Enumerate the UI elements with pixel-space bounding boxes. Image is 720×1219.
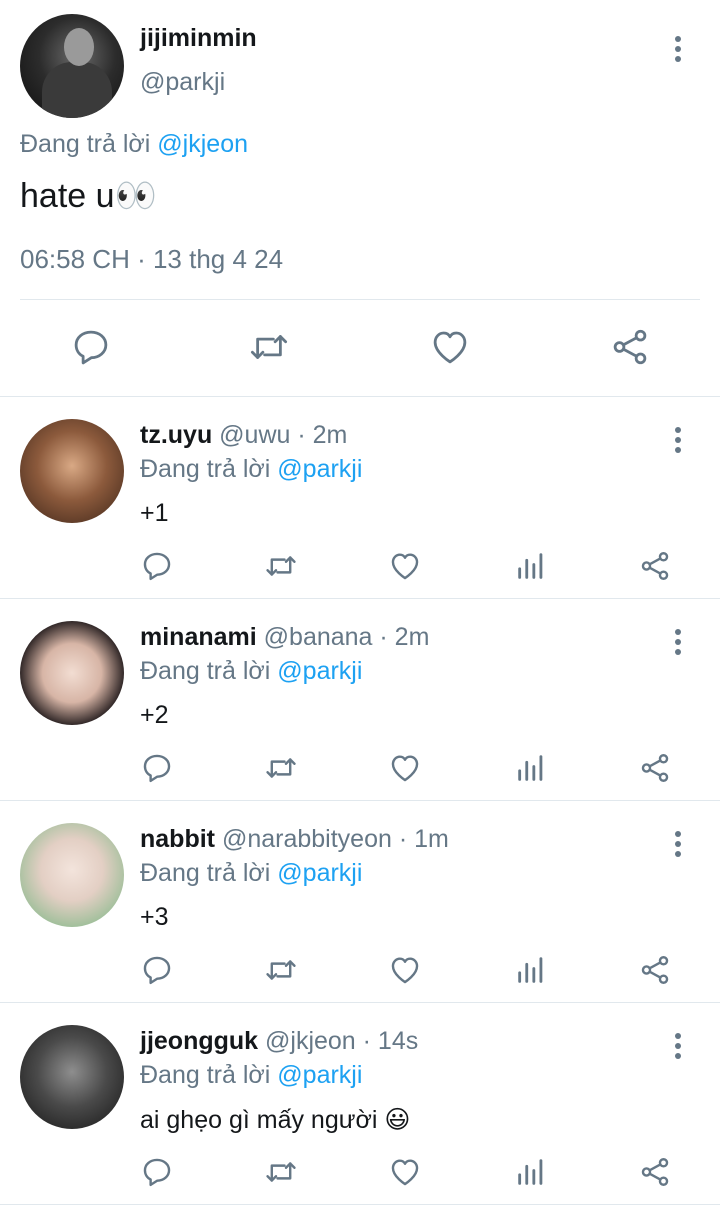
more-options-icon[interactable] (673, 831, 683, 861)
reply-header: jjeongguk @jkjeon · 14s (140, 1027, 418, 1056)
avatar[interactable] (20, 14, 124, 118)
replying-prefix: Đang trả lời (140, 859, 271, 887)
replying-prefix: Đang trả lời (140, 657, 271, 685)
analytics-icon[interactable] (514, 751, 548, 785)
tweet-text: ai ghẹo gì mấy người 😃 (140, 1106, 411, 1134)
retweet-icon[interactable] (264, 751, 298, 785)
replying-prefix: Đang trả lời (140, 455, 271, 483)
reply-tweet[interactable]: nabbit @narabbityeon · 1m Đang trả lời @… (0, 801, 720, 1003)
replying-mention-link[interactable]: @parkji (277, 455, 362, 483)
divider (20, 299, 700, 300)
reply-icon[interactable] (140, 1155, 174, 1189)
more-options-icon[interactable] (673, 1033, 683, 1063)
tweet-text: +3 (140, 903, 169, 931)
share-icon[interactable] (609, 326, 651, 368)
replying-mention-link[interactable]: @parkji (277, 859, 362, 887)
reply-icon[interactable] (140, 751, 174, 785)
tweet-text: hate u👀 (20, 177, 157, 215)
more-options-icon[interactable] (673, 629, 683, 659)
replying-mention-link[interactable]: @jkjeon (157, 130, 248, 158)
handle-time: @banana · 2m (263, 623, 430, 651)
reply-header: tz.uyu @uwu · 2m (140, 421, 347, 450)
reply-header: minanami @banana · 2m (140, 623, 429, 652)
more-options-icon[interactable] (673, 427, 683, 457)
like-icon[interactable] (388, 1155, 422, 1189)
replying-mention-link[interactable]: @parkji (277, 1061, 362, 1089)
analytics-icon[interactable] (514, 953, 548, 987)
more-options-icon[interactable] (673, 36, 683, 66)
handle-time: @narabbityeon · 1m (221, 825, 449, 853)
analytics-icon[interactable] (514, 549, 548, 583)
main-tweet: jijiminmin @parkji Đang trả lời @jkjeon … (0, 0, 720, 397)
reply-icon[interactable] (70, 326, 112, 368)
reply-icon[interactable] (140, 953, 174, 987)
analytics-icon[interactable] (514, 1155, 548, 1189)
tweet-timestamp: 06:58 CH · 13 thg 4 24 (20, 244, 284, 274)
replying-to: Đang trả lời @jkjeon (20, 130, 248, 159)
like-icon[interactable] (388, 953, 422, 987)
replying-to: Đang trả lời @parkji (140, 657, 362, 686)
handle-time: @uwu · 2m (219, 421, 348, 449)
display-name[interactable]: jjeongguk (140, 1027, 258, 1055)
display-name[interactable]: nabbit (140, 825, 215, 853)
reply-header: nabbit @narabbityeon · 1m (140, 825, 449, 854)
retweet-icon[interactable] (264, 953, 298, 987)
avatar[interactable] (20, 1025, 124, 1129)
share-icon[interactable] (638, 751, 672, 785)
replying-to: Đang trả lời @parkji (140, 1061, 362, 1090)
retweet-icon[interactable] (264, 1155, 298, 1189)
retweet-icon[interactable] (264, 549, 298, 583)
share-icon[interactable] (638, 549, 672, 583)
replying-mention-link[interactable]: @parkji (277, 657, 362, 685)
avatar[interactable] (20, 823, 124, 927)
display-name[interactable]: tz.uyu (140, 421, 212, 449)
display-name[interactable]: jijiminmin (140, 24, 257, 53)
like-icon[interactable] (388, 549, 422, 583)
avatar[interactable] (20, 621, 124, 725)
avatar[interactable] (20, 419, 124, 523)
replying-to: Đang trả lời @parkji (140, 455, 362, 484)
replying-to: Đang trả lời @parkji (140, 859, 362, 888)
reply-icon[interactable] (140, 549, 174, 583)
handle-time: @jkjeon · 14s (265, 1027, 419, 1055)
handle[interactable]: @parkji (140, 68, 225, 97)
share-icon[interactable] (638, 953, 672, 987)
like-icon[interactable] (429, 326, 471, 368)
replying-prefix: Đang trả lời (140, 1061, 271, 1089)
reply-tweet[interactable]: jjeongguk @jkjeon · 14s Đang trả lời @pa… (0, 1003, 720, 1205)
like-icon[interactable] (388, 751, 422, 785)
share-icon[interactable] (638, 1155, 672, 1189)
reply-tweet[interactable]: minanami @banana · 2m Đang trả lời @park… (0, 599, 720, 801)
display-name[interactable]: minanami (140, 623, 257, 651)
tweet-text: +1 (140, 499, 169, 527)
reply-tweet[interactable]: tz.uyu @uwu · 2m Đang trả lời @parkji +1 (0, 397, 720, 599)
tweet-text: +2 (140, 701, 169, 729)
retweet-icon[interactable] (248, 326, 290, 368)
replying-prefix: Đang trả lời (20, 130, 151, 158)
